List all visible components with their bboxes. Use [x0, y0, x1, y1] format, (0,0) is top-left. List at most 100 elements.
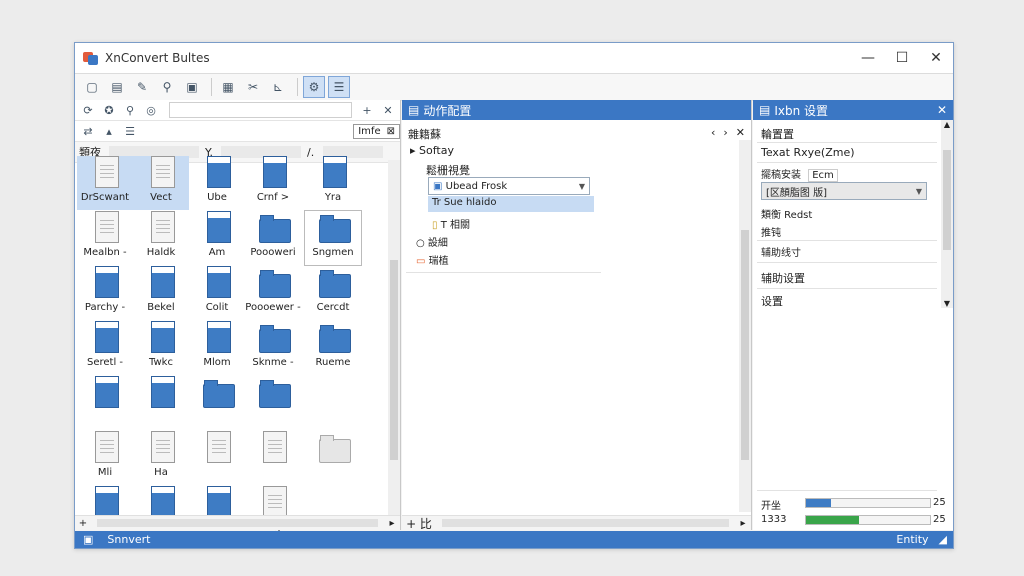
- thumbnail-item[interactable]: Am: [189, 211, 245, 265]
- resize-grip-icon[interactable]: ◢: [939, 533, 947, 546]
- scroll-thumb[interactable]: [390, 260, 398, 460]
- chevron-right-icon[interactable]: ›: [723, 126, 727, 142]
- settings-aux-row[interactable]: 辅助设置: [761, 270, 805, 286]
- actions-vscroll[interactable]: [739, 140, 751, 512]
- file-icon: [91, 266, 119, 298]
- hscroll-thumb[interactable]: [442, 519, 729, 527]
- hscroll-thumb[interactable]: [97, 519, 378, 527]
- tree-item-label: Tr Sue hlaido: [432, 197, 497, 208]
- thumbnail-item[interactable]: [189, 431, 245, 485]
- search-icon[interactable]: ⚲: [156, 76, 178, 98]
- thumbnail-item[interactable]: Sknme -: [245, 321, 301, 375]
- thumbnail-item[interactable]: [133, 376, 189, 430]
- thumbnail-item[interactable]: Haldk: [133, 211, 189, 265]
- close-button[interactable]: ✕: [919, 50, 953, 66]
- thumbnail-label: Poooewer -: [245, 302, 301, 313]
- tree-item-related[interactable]: ▯ T 相關: [432, 216, 470, 231]
- ecm-field[interactable]: Ecm: [808, 169, 838, 182]
- image-icon[interactable]: ▦: [217, 76, 239, 98]
- thumbnail-item[interactable]: Parchy -: [77, 266, 133, 320]
- thumbnail-item[interactable]: Seretl -: [77, 321, 133, 375]
- tree-item-softay[interactable]: ▸ Softay: [410, 144, 454, 157]
- thumbnail-item[interactable]: Ha: [133, 431, 189, 485]
- app-logo-icon: [83, 50, 99, 66]
- scroll-right-button[interactable]: ▸: [384, 518, 400, 529]
- thumbnail-item[interactable]: Poooweri: [245, 211, 301, 265]
- file-browser-panel: ⟳ ✪ ⚲ ◎ + ✕ ⇄ ▴ ☰ Imfe ⊠ 類夜 Y. /. DrScwan…: [75, 100, 401, 533]
- thumbnail-item[interactable]: Vect: [133, 156, 189, 210]
- thumbnail-item[interactable]: Bekel: [133, 266, 189, 320]
- thumbnail-item[interactable]: Mealbn -: [77, 211, 133, 265]
- tools-icon[interactable]: ✂: [242, 76, 264, 98]
- thumbnail-item[interactable]: Poooewer -: [245, 266, 301, 320]
- open-icon[interactable]: ▤: [106, 76, 128, 98]
- thumbnail-item[interactable]: Cercdt: [305, 266, 361, 320]
- thumbnail-item: [305, 376, 361, 430]
- tree-item-group[interactable]: 鬆栅視覺: [426, 162, 470, 178]
- thumbnail-item[interactable]: Sngmen: [304, 210, 362, 266]
- add-action-icon[interactable]: + 比: [402, 515, 436, 532]
- window-icon[interactable]: ▣: [181, 76, 203, 98]
- thumbnail-item[interactable]: Colit: [189, 266, 245, 320]
- tree-item-detail[interactable]: ○ 設細: [416, 234, 448, 249]
- close-icon[interactable]: ✕: [937, 103, 947, 117]
- nav-icon[interactable]: ⇄: [79, 122, 97, 140]
- scroll-thumb[interactable]: [943, 150, 951, 250]
- thumbnail-item[interactable]: [77, 376, 133, 430]
- view-toolbar: ⇄ ▴ ☰ Imfe ⊠: [75, 121, 400, 142]
- thumbnail-item[interactable]: [245, 431, 301, 485]
- thumbnail-item[interactable]: [305, 431, 361, 485]
- info-icon[interactable]: ◎: [142, 101, 160, 119]
- thumbnail-item[interactable]: [245, 376, 301, 430]
- scroll-thumb[interactable]: [741, 230, 749, 460]
- tree-item-folder[interactable]: ▭ 瑞植: [416, 252, 449, 267]
- file-icon: [147, 211, 175, 243]
- settings-icon[interactable]: ⚙: [303, 76, 325, 98]
- scroll-right-button[interactable]: ▸: [735, 518, 751, 529]
- zoom-icon[interactable]: ⚲: [121, 101, 139, 119]
- up-icon[interactable]: ▴: [100, 122, 118, 140]
- file-icon: [203, 321, 231, 353]
- folder-icon: [319, 211, 351, 243]
- new-icon[interactable]: ▢: [81, 76, 103, 98]
- thumbnail-item[interactable]: Ube: [189, 156, 245, 210]
- add-icon[interactable]: +: [358, 101, 376, 119]
- scroll-up-icon[interactable]: ▲: [941, 120, 953, 129]
- filter-icon[interactable]: ☰: [328, 76, 350, 98]
- thumbnail-label: Vect: [150, 192, 172, 203]
- edit-icon[interactable]: ✎: [131, 76, 153, 98]
- actions-panel-title: 动作配置: [423, 103, 472, 118]
- browser-vscroll[interactable]: [388, 160, 400, 516]
- file-icon: [91, 486, 119, 518]
- progress-bar-1: [805, 498, 931, 508]
- thumbnail-item[interactable]: Crnf >: [245, 156, 301, 210]
- settings-vscroll[interactable]: ▲ ▼: [941, 120, 953, 308]
- scroll-left-button[interactable]: +: [75, 518, 91, 529]
- maximize-button[interactable]: ☐: [885, 50, 919, 66]
- minimize-button[interactable]: —: [851, 50, 885, 66]
- thumbnail-item[interactable]: Yra: [305, 156, 361, 210]
- file-icon: [147, 156, 175, 188]
- actions-header-row: 雜籍蘇 ‹ › ✕: [408, 126, 745, 142]
- settings-final-row[interactable]: 设置: [761, 293, 783, 309]
- address-field[interactable]: [169, 102, 352, 118]
- chevron-left-icon[interactable]: ‹: [711, 126, 715, 142]
- file-icon: [203, 266, 231, 298]
- thumbnail-item[interactable]: DrScwant: [77, 156, 133, 210]
- path-field[interactable]: Imfe ⊠: [353, 123, 400, 139]
- thumbnail-item[interactable]: [189, 376, 245, 430]
- action-select[interactable]: ▣ Ubead Frosk ▼: [428, 177, 590, 195]
- scroll-down-icon[interactable]: ▼: [941, 299, 953, 308]
- thumbnail-item[interactable]: Twkc: [133, 321, 189, 375]
- refresh-icon[interactable]: ⟳: [79, 101, 97, 119]
- list-icon[interactable]: ☰: [121, 122, 139, 140]
- file-icon: [319, 486, 347, 518]
- settings-select[interactable]: [区顏脂图 版] ▼: [761, 182, 927, 200]
- close-panel-icon[interactable]: ✕: [379, 101, 397, 119]
- browser-hscroll[interactable]: + ▸: [75, 515, 400, 530]
- favorite-icon[interactable]: ✪: [100, 101, 118, 119]
- thumbnail-item[interactable]: Rueme: [305, 321, 361, 375]
- thumbnail-item[interactable]: Mli: [77, 431, 133, 485]
- chart-icon[interactable]: ⊾: [267, 76, 289, 98]
- thumbnail-item[interactable]: Mlom: [189, 321, 245, 375]
